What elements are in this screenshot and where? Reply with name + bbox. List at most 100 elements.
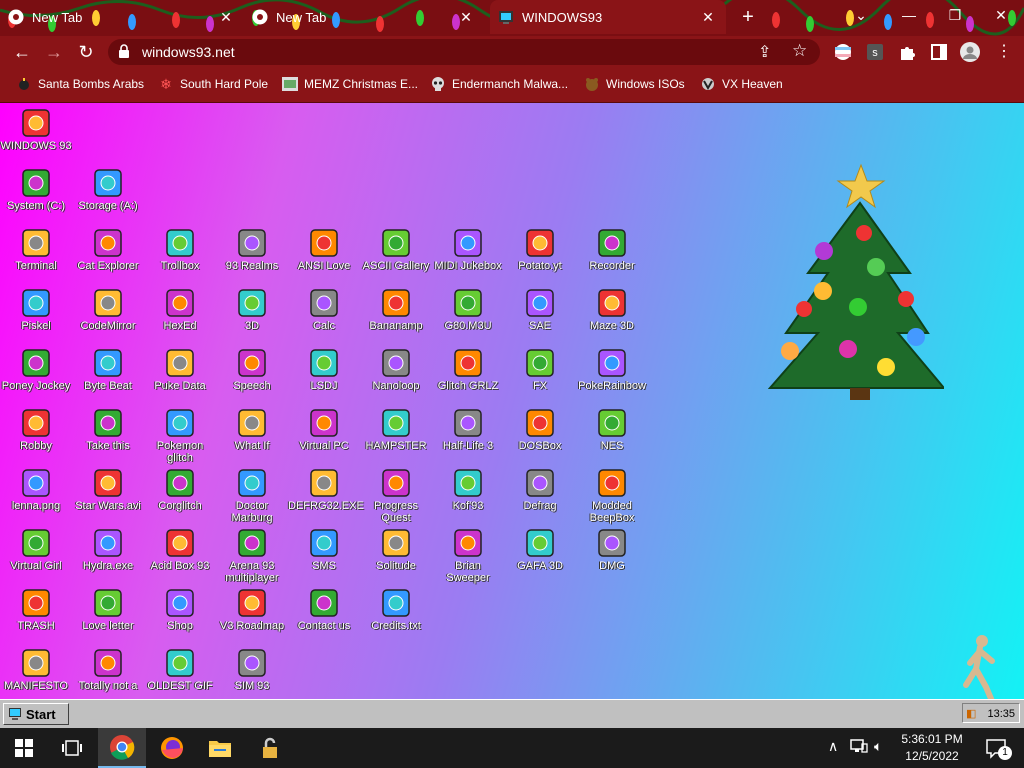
desktop-icon-manifesto[interactable]: MANIFESTO — [0, 647, 72, 692]
minimize-button[interactable]: — — [886, 0, 932, 30]
bookmark-star-icon[interactable]: ☆ — [792, 41, 807, 61]
file-explorer-icon[interactable] — [196, 728, 244, 768]
bookmark-memz[interactable]: MEMZ Christmas E... — [282, 76, 418, 92]
tab-new-tab-1[interactable]: New Tab ✕ — [8, 0, 244, 34]
profile-avatar-icon[interactable] — [960, 42, 980, 62]
close-tab-button[interactable]: ✕ — [218, 9, 234, 25]
back-arrow-icon[interactable]: ← — [10, 40, 34, 64]
desktop-icon-fx[interactable]: FX — [504, 347, 576, 392]
address-bar[interactable]: windows93.net ⇪ ☆ — [108, 39, 820, 65]
desktop-icon-recorder[interactable]: Recorder — [576, 227, 648, 272]
desktop-icon-pokerainbow[interactable]: PokeRainbow — [576, 347, 648, 392]
desktop-icon-g80-m3u[interactable]: G80.M3U — [432, 287, 504, 332]
desktop-icon-acid-box-93[interactable]: Acid Box 93 — [144, 527, 216, 572]
desktop-icon-virtual-girl[interactable]: Virtual Girl — [0, 527, 72, 572]
desktop-icon-arena-93-multiplayer[interactable]: Arena 93 multiplayer — [216, 527, 288, 584]
desktop-icon-lsdj[interactable]: LSDJ — [288, 347, 360, 392]
desktop-icon-virtual-pc[interactable]: Virtual PC — [288, 407, 360, 452]
desktop-icon-bananamp[interactable]: Bananamp — [360, 287, 432, 332]
desktop-icon-midi-jukebox[interactable]: MIDI Jukebox — [432, 227, 504, 272]
desktop-icon-kof-93[interactable]: Kof'93 — [432, 467, 504, 512]
desktop-icon-half-life-3[interactable]: Half-Life 3 — [432, 407, 504, 452]
desktop-icon-ascii-gallery[interactable]: ASCII Gallery — [360, 227, 432, 272]
desktop-icon-corglitch[interactable]: Corglitch — [144, 467, 216, 512]
desktop-icon-oldest-gif[interactable]: OLDEST GIF — [144, 647, 216, 692]
tab-new-tab-2[interactable]: New Tab ✕ — [252, 0, 484, 34]
new-tab-button[interactable]: + — [736, 6, 760, 28]
windows-start-icon[interactable] — [0, 728, 48, 768]
desktop-icon-system-c[interactable]: System (C:) — [0, 167, 72, 212]
notifications-icon[interactable]: 1 — [972, 728, 1020, 768]
network-icon[interactable] — [850, 738, 868, 757]
desktop-icon-cat-explorer[interactable]: Cat Explorer — [72, 227, 144, 272]
desktop-icon-calc[interactable]: Calc — [288, 287, 360, 332]
desktop-icon-defrg32-exe[interactable]: DEFRG32.EXE — [288, 467, 364, 512]
desktop-icon-windows-93[interactable]: WINDOWS 93 — [0, 107, 72, 152]
bookmark-vx-heaven[interactable]: VX Heaven — [700, 76, 783, 92]
desktop-icon-dosbox[interactable]: DOSBox — [504, 407, 576, 452]
desktop-icon-dmg[interactable]: DMG — [576, 527, 648, 572]
restore-button[interactable]: ❐ — [932, 0, 978, 30]
firefox-taskbar-icon[interactable] — [148, 728, 196, 768]
desktop-icon-glitch-grlz[interactable]: Glitch GRLZ — [432, 347, 504, 392]
desktop-icon-trollbox[interactable]: Trollbox — [144, 227, 216, 272]
desktop-icon-storage-a[interactable]: Storage (A:) — [72, 167, 144, 212]
close-tab-button[interactable]: ✕ — [700, 9, 716, 25]
desktop-icon-contact-us[interactable]: Contact us — [288, 587, 360, 632]
unlocked-padlock-icon[interactable] — [246, 728, 294, 768]
volume-icon[interactable]: 🔈︎ — [874, 738, 882, 755]
close-window-button[interactable]: ✕ — [978, 0, 1024, 30]
desktop-icon-what-if[interactable]: What If — [216, 407, 288, 452]
desktop-icon-modded-beepbox[interactable]: Modded BeepBox — [576, 467, 648, 524]
desktop-icon-pokemon-glitch[interactable]: Pokemon glitch — [144, 407, 216, 464]
desktop-icon-robby[interactable]: Robby — [0, 407, 72, 452]
bookmark-south-hard-pole[interactable]: ❄ South Hard Pole — [158, 76, 268, 92]
desktop-icon-3d[interactable]: 3D — [216, 287, 288, 332]
desktop-icon-love-letter[interactable]: Love letter — [72, 587, 144, 632]
desktop-icon-hydra-exe[interactable]: Hydra.exe — [72, 527, 144, 572]
windows93-clock[interactable]: ◧ 13:35 — [962, 703, 1020, 723]
desktop-icon-93-realms[interactable]: 93 Realms — [216, 227, 288, 272]
extensions-puzzle-icon[interactable] — [898, 43, 916, 61]
desktop-icon-poney-jockey[interactable]: Poney Jockey — [0, 347, 72, 392]
desktop-icon-totally-not-a[interactable]: Totally not a — [72, 647, 144, 692]
desktop-icon-hampster[interactable]: HAMPSTER — [360, 407, 432, 452]
desktop-icon-speech[interactable]: Speech — [216, 347, 288, 392]
chrome-taskbar-icon[interactable] — [98, 728, 146, 768]
desktop-icon-nes[interactable]: NES — [576, 407, 648, 452]
desktop-icon-shop[interactable]: Shop — [144, 587, 216, 632]
desktop-icon-hexed[interactable]: HexEd — [144, 287, 216, 332]
desktop-icon-brian-sweeper[interactable]: Brian Sweeper — [432, 527, 504, 584]
desktop-icon-take-this[interactable]: Take this — [72, 407, 144, 452]
system-clock[interactable]: 5:36:01 PM 12/5/2022 — [888, 731, 976, 765]
desktop-icon-puke-data[interactable]: Puke Data — [144, 347, 216, 392]
desktop-icon-doctor-marburg[interactable]: Doctor Marburg — [216, 467, 288, 524]
desktop-icon-v3-roadmap[interactable]: V3 Roadmap — [216, 587, 288, 632]
tab-search-button[interactable]: ⌄ — [838, 0, 884, 30]
desktop-icon-ansi-love[interactable]: ANSI Love — [288, 227, 360, 272]
desktop-icon-sms[interactable]: SMS — [288, 527, 360, 572]
close-tab-button[interactable]: ✕ — [458, 9, 474, 25]
desktop-icon-byte-beat[interactable]: Byte Beat — [72, 347, 144, 392]
forward-arrow-icon[interactable]: → — [42, 40, 66, 64]
desktop-icon-solitude[interactable]: Solitude — [360, 527, 432, 572]
desktop-icon-potato-yt[interactable]: Potato.yt — [504, 227, 576, 272]
reload-icon[interactable]: ↻ — [74, 40, 98, 64]
desktop-icon-gafa-3d[interactable]: GAFA 3D — [504, 527, 576, 572]
desktop-icon-lenna-png[interactable]: lenna.png — [0, 467, 72, 512]
desktop-icon-sae[interactable]: SAE — [504, 287, 576, 332]
menu-kebab-icon[interactable]: ⋮ — [992, 40, 1016, 64]
s-extension-icon[interactable]: s — [866, 43, 884, 61]
bookmark-santa-bombs[interactable]: Santa Bombs Arabs — [16, 76, 144, 92]
show-hidden-icons-chevron-icon[interactable]: ∧ — [828, 738, 838, 755]
windows93-desktop[interactable]: WINDOWS 93 System (C:) Storage (A:) Termina… — [0, 103, 1024, 699]
bookmark-endermanch[interactable]: Endermanch Malwa... — [430, 76, 568, 92]
desktop-icon-defrag[interactable]: Defrag — [504, 467, 576, 512]
flag-extension-icon[interactable] — [834, 43, 852, 61]
bookmark-windows-isos[interactable]: Windows ISOs — [584, 76, 685, 92]
desktop-icon-codemirror[interactable]: CodeMirror — [72, 287, 144, 332]
desktop-icon-piskel[interactable]: Piskel — [0, 287, 72, 332]
desktop-icon-credits-txt[interactable]: Credits.txt — [360, 587, 432, 632]
desktop-icon-trash[interactable]: TRASH — [0, 587, 72, 632]
start-button[interactable]: Start — [3, 703, 69, 725]
